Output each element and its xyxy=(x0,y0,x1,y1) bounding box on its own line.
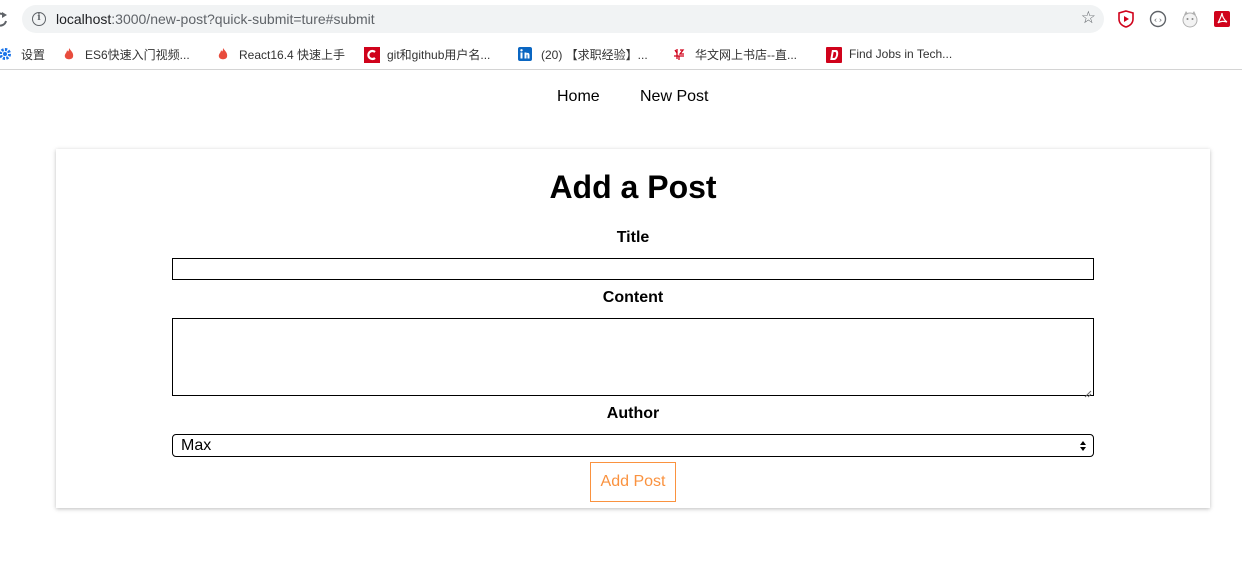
shield-play-extension-icon[interactable] xyxy=(1117,10,1135,28)
bookmark-item-react[interactable]: React16.4 快速上手 xyxy=(216,44,345,64)
bookmark-item-settings[interactable]: 设置 xyxy=(0,44,45,64)
url-path: :3000/new-post?quick-submit=ture#submit xyxy=(111,11,375,27)
svg-text:‹›: ‹› xyxy=(1153,16,1163,25)
add-post-form: Add a Post Title Content Author Max Add … xyxy=(56,149,1210,508)
content-textarea[interactable] xyxy=(172,318,1094,396)
bookmark-label: Find Jobs in Tech... xyxy=(849,47,953,61)
linkedin-icon xyxy=(518,47,532,61)
title-input[interactable] xyxy=(172,258,1094,280)
main-navigation: Home New Post xyxy=(0,88,1242,110)
bookmark-item-linkedin[interactable]: (20) 【求职经验】... xyxy=(518,44,648,64)
textarea-resize-handle[interactable] xyxy=(1084,385,1092,398)
bookmark-label: 设置 xyxy=(21,47,46,62)
select-arrows-icon xyxy=(1079,438,1087,454)
code-extension-icon[interactable]: ‹› xyxy=(1149,10,1167,28)
nav-link-new-post[interactable]: New Post xyxy=(640,88,708,106)
browser-toolbar: i localhost:3000/new-post?quick-submit=t… xyxy=(0,0,1242,38)
url-host: localhost xyxy=(56,11,112,27)
content-label: Content xyxy=(602,289,664,306)
bookmarks-bar: 设置 ES6快速入门视频... React16.4 快速上手 git和githu… xyxy=(0,38,1242,70)
author-label: Author xyxy=(606,405,660,422)
bookmark-item-bookstore[interactable]: 华文网上书店--直... xyxy=(672,44,797,64)
gear-icon xyxy=(0,47,12,61)
bookmark-label: (20) 【求职经验】... xyxy=(541,47,648,62)
page-title: Add a Post xyxy=(549,169,717,205)
url-text[interactable]: localhost:3000/new-post?quick-submit=tur… xyxy=(56,11,375,27)
flame-icon xyxy=(62,47,76,61)
bookmark-item-es6[interactable]: ES6快速入门视频... xyxy=(62,44,190,64)
bookmark-label: ES6快速入门视频... xyxy=(85,47,190,62)
nav-link-home[interactable]: Home xyxy=(557,88,600,106)
bookmark-label: 华文网上书店--直... xyxy=(695,47,797,62)
bookmark-item-dice[interactable]: Find Jobs in Tech... xyxy=(826,44,952,64)
flame-icon xyxy=(216,47,230,61)
author-select[interactable]: Max xyxy=(172,434,1094,457)
bookmark-star-icon[interactable]: ☆ xyxy=(1081,8,1096,28)
author-selected-value: Max xyxy=(181,436,212,454)
dice-logo-icon xyxy=(826,47,842,63)
bookmark-label: React16.4 快速上手 xyxy=(239,47,346,62)
bookmark-label: git和github用户名... xyxy=(387,47,491,62)
hua-logo-icon xyxy=(672,47,686,61)
title-label: Title xyxy=(616,229,650,246)
bookmark-item-git[interactable]: git和github用户名... xyxy=(364,44,490,64)
c-logo-icon xyxy=(364,47,380,63)
pdf-extension-icon[interactable] xyxy=(1213,10,1231,28)
cat-extension-icon[interactable] xyxy=(1181,10,1199,28)
add-post-button[interactable]: Add Post xyxy=(590,462,676,502)
reload-icon[interactable] xyxy=(0,8,8,30)
address-bar[interactable]: i localhost:3000/new-post?quick-submit=t… xyxy=(22,5,1104,33)
info-icon[interactable]: i xyxy=(32,12,46,26)
